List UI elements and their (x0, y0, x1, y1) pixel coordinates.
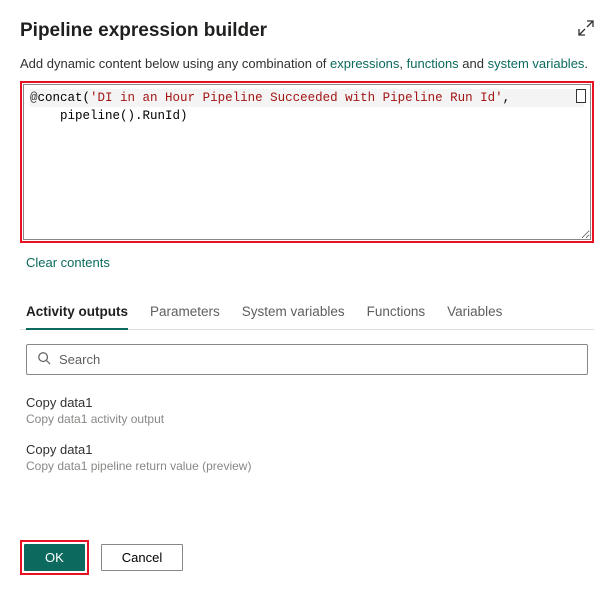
cancel-button[interactable]: Cancel (101, 544, 183, 571)
subtitle-text: Add dynamic content below using any comb… (20, 56, 594, 71)
tab-activity-outputs[interactable]: Activity outputs (26, 298, 128, 329)
activity-output-item[interactable]: Copy data1 Copy data1 pipeline return va… (20, 442, 594, 489)
tab-bar: Activity outputs Parameters System varia… (20, 298, 594, 330)
footer-buttons: OK Cancel (20, 540, 183, 575)
expression-editor[interactable]: @concat('DI in an Hour Pipeline Succeede… (23, 84, 591, 240)
activity-output-subtitle: Copy data1 pipeline return value (previe… (26, 459, 588, 473)
search-input-container[interactable] (26, 344, 588, 375)
activity-output-item[interactable]: Copy data1 Copy data1 activity output (20, 395, 594, 442)
clear-contents-link[interactable]: Clear contents (20, 253, 110, 270)
editor-line-2: pipeline().RunId) (30, 107, 584, 125)
search-input[interactable] (59, 352, 577, 367)
cursor-marker (576, 89, 586, 103)
tab-functions[interactable]: Functions (367, 298, 426, 329)
activity-output-subtitle: Copy data1 activity output (26, 412, 588, 426)
activity-output-title: Copy data1 (26, 395, 588, 410)
expression-editor-highlight: @concat('DI in an Hour Pipeline Succeede… (20, 81, 594, 243)
search-icon (37, 351, 51, 368)
ok-button-highlight: OK (20, 540, 89, 575)
tab-variables[interactable]: Variables (447, 298, 502, 329)
tab-system-variables[interactable]: System variables (242, 298, 345, 329)
link-expressions[interactable]: expressions (330, 56, 399, 71)
link-system-variables[interactable]: system variables (488, 56, 585, 71)
link-functions[interactable]: functions (407, 56, 459, 71)
ok-button[interactable]: OK (24, 544, 85, 571)
tab-parameters[interactable]: Parameters (150, 298, 220, 329)
editor-line-1: @concat('DI in an Hour Pipeline Succeede… (30, 89, 584, 107)
expand-icon[interactable] (578, 20, 594, 36)
page-title: Pipeline expression builder (20, 20, 267, 42)
activity-output-title: Copy data1 (26, 442, 588, 457)
